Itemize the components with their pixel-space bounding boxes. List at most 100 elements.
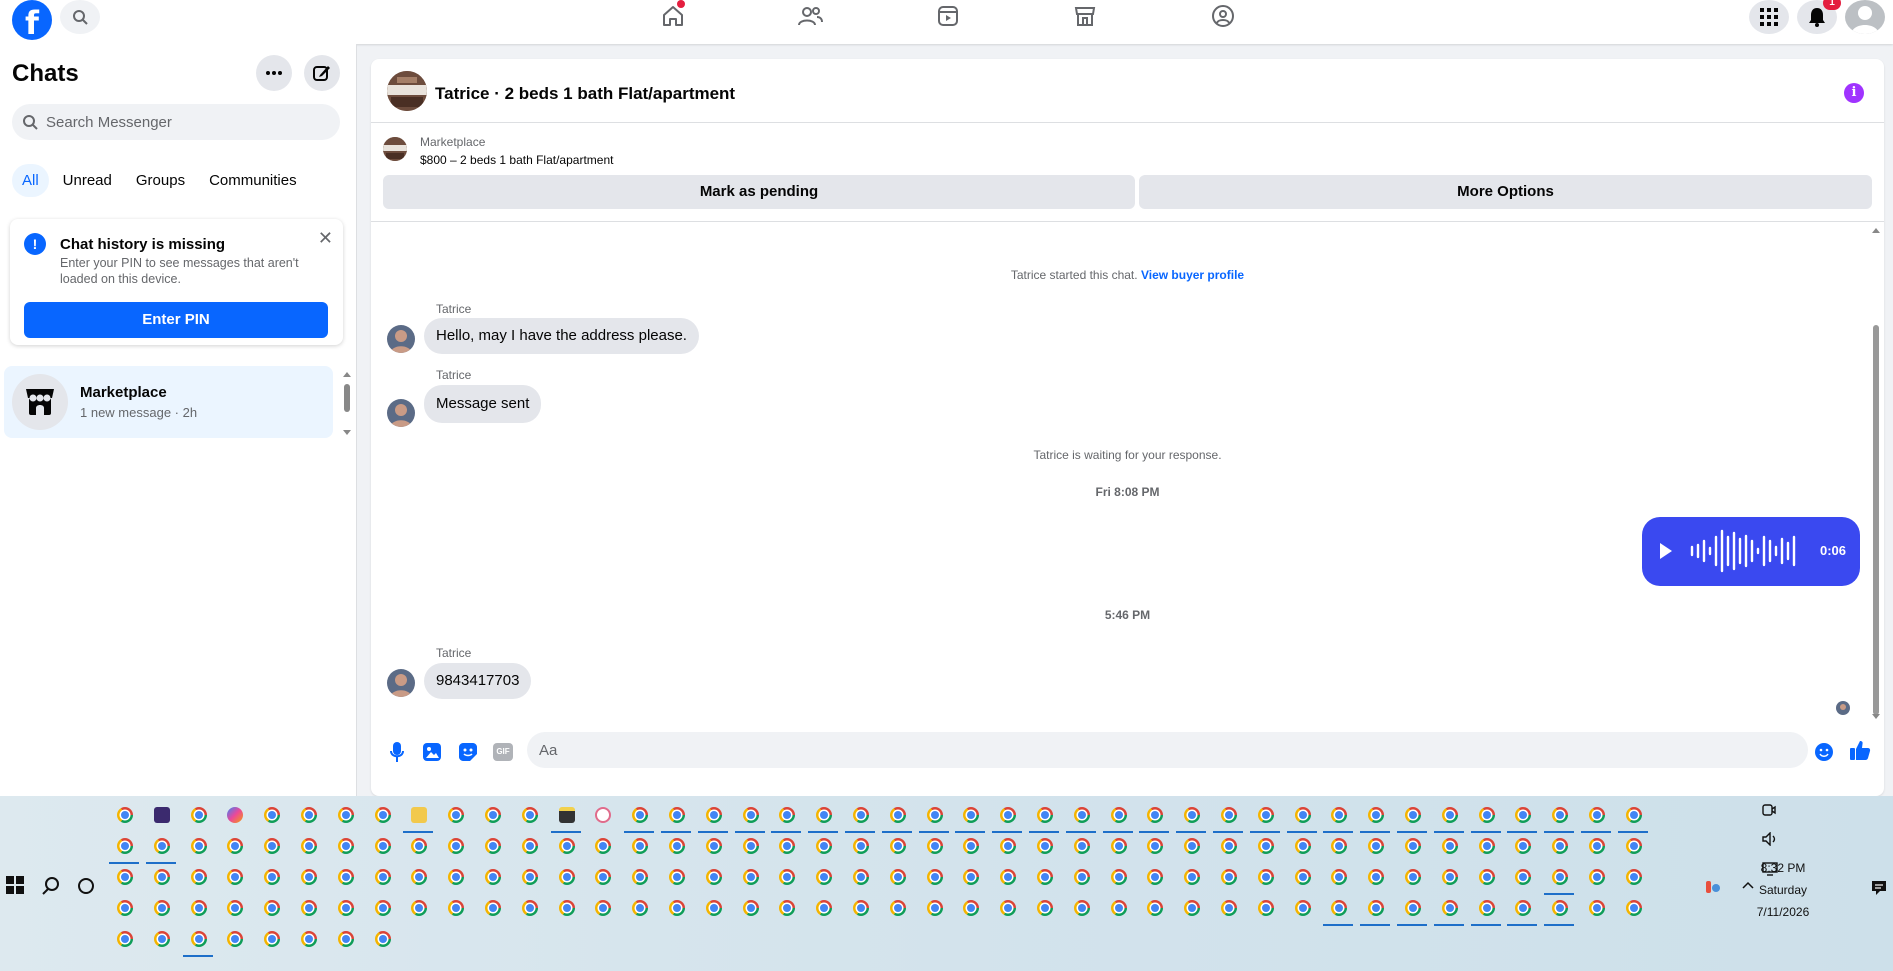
message-composer[interactable] bbox=[527, 732, 1808, 768]
taskbar-chrome-button[interactable] bbox=[150, 865, 174, 891]
sticker-icon[interactable] bbox=[456, 740, 480, 764]
taskbar-chrome-button[interactable] bbox=[1401, 865, 1425, 891]
taskbar-chrome-button[interactable] bbox=[959, 865, 983, 891]
taskbar-chrome-button[interactable] bbox=[1401, 834, 1425, 860]
taskbar-chrome-button[interactable] bbox=[996, 865, 1020, 891]
taskbar-chrome-button[interactable] bbox=[1327, 865, 1351, 891]
taskbar-chrome-button[interactable] bbox=[1585, 834, 1609, 860]
listing-summary[interactable]: $800 – 2 beds 1 bath Flat/apartment bbox=[420, 153, 613, 167]
more-options-button[interactable] bbox=[256, 55, 292, 91]
taskbar-chrome-button[interactable] bbox=[1585, 896, 1609, 922]
taskbar-chrome-button[interactable] bbox=[1511, 865, 1535, 891]
taskbar-chrome-button[interactable] bbox=[1107, 865, 1131, 891]
taskbar-chrome-button[interactable] bbox=[1070, 896, 1094, 922]
taskbar-chrome-button[interactable] bbox=[1507, 896, 1538, 926]
taskbar-chrome-button[interactable] bbox=[628, 865, 652, 891]
taskbar-chrome-button[interactable] bbox=[334, 834, 358, 860]
taskbar-chrome-button[interactable] bbox=[371, 803, 395, 829]
taskbar-chrome-button[interactable] bbox=[371, 896, 395, 922]
taskbar-chrome-button[interactable] bbox=[775, 834, 799, 860]
taskbar-chrome-button[interactable] bbox=[1143, 865, 1167, 891]
taskbar-chrome-button[interactable] bbox=[1291, 865, 1315, 891]
taskbar-chrome-button[interactable] bbox=[812, 896, 836, 922]
taskbar-chrome-button[interactable] bbox=[591, 896, 615, 922]
taskbar-chrome-button[interactable] bbox=[113, 896, 137, 922]
taskbar-chrome-button[interactable] bbox=[1254, 834, 1278, 860]
taskbar-chrome-button[interactable] bbox=[1323, 896, 1354, 926]
taskbar-chrome-button[interactable] bbox=[260, 834, 284, 860]
cortana-icon[interactable] bbox=[78, 878, 94, 894]
taskbar-chrome-button[interactable] bbox=[444, 865, 468, 891]
taskbar-chrome-button[interactable] bbox=[923, 865, 947, 891]
taskbar-chrome-button[interactable] bbox=[481, 896, 505, 922]
taskbar-chrome-button[interactable] bbox=[1507, 803, 1538, 833]
filter-tab-communities[interactable]: Communities bbox=[199, 164, 307, 197]
taskbar-chrome-button[interactable] bbox=[1065, 803, 1096, 833]
more-options-button[interactable]: More Options bbox=[1139, 175, 1872, 209]
taskbar-chrome-button[interactable] bbox=[1364, 865, 1388, 891]
video-icon[interactable] bbox=[928, 0, 968, 32]
taskbar-chrome-button[interactable] bbox=[260, 927, 284, 953]
taskbar-chrome-button[interactable] bbox=[1033, 865, 1057, 891]
taskbar-chrome-button[interactable] bbox=[260, 865, 284, 891]
close-icon[interactable]: ✕ bbox=[318, 229, 333, 247]
taskbar-chrome-button[interactable] bbox=[1438, 865, 1462, 891]
taskbar-chrome-button[interactable] bbox=[1470, 896, 1501, 926]
taskbar-chrome-button[interactable] bbox=[1360, 803, 1391, 833]
weather-icon[interactable] bbox=[1705, 878, 1721, 896]
taskbar-chrome-button[interactable] bbox=[371, 865, 395, 891]
taskbar-chrome-button[interactable] bbox=[260, 896, 284, 922]
enter-pin-button[interactable]: Enter PIN bbox=[24, 302, 328, 338]
taskbar-chrome-button[interactable] bbox=[518, 834, 542, 860]
taskbar-chrome-button[interactable] bbox=[260, 803, 284, 829]
taskbar-chrome-button[interactable] bbox=[334, 896, 358, 922]
taskbar-chrome-button[interactable] bbox=[187, 865, 211, 891]
taskbar-chrome-button[interactable] bbox=[555, 865, 579, 891]
taskbar-app-button[interactable] bbox=[591, 803, 615, 829]
taskbar-chrome-button[interactable] bbox=[1544, 865, 1575, 895]
taskbar-chrome-button[interactable] bbox=[1581, 803, 1611, 833]
new-message-button[interactable] bbox=[304, 55, 340, 91]
taskbar-app-button[interactable] bbox=[403, 803, 434, 833]
taskbar-chrome-button[interactable] bbox=[1548, 834, 1572, 860]
taskbar-chrome-button[interactable] bbox=[1323, 803, 1354, 833]
taskbar-chrome-button[interactable] bbox=[1470, 803, 1501, 833]
taskbar-chrome-button[interactable] bbox=[334, 865, 358, 891]
volume-icon[interactable] bbox=[1762, 832, 1778, 846]
taskbar-chrome-button[interactable] bbox=[1107, 896, 1131, 922]
view-buyer-profile-link[interactable]: View buyer profile bbox=[1141, 268, 1244, 282]
taskbar-chrome-button[interactable] bbox=[1438, 834, 1462, 860]
taskbar-chrome-button[interactable] bbox=[886, 834, 910, 860]
taskbar-chrome-button[interactable] bbox=[1291, 896, 1315, 922]
taskbar-chrome-button[interactable] bbox=[407, 865, 431, 891]
taskbar-chrome-button[interactable] bbox=[1360, 896, 1391, 926]
taskbar-chrome-button[interactable] bbox=[1143, 896, 1167, 922]
taskbar-chrome-button[interactable] bbox=[113, 927, 137, 953]
taskbar-chrome-button[interactable] bbox=[812, 834, 836, 860]
notifications-button[interactable]: 1 bbox=[1797, 0, 1841, 34]
taskbar-chrome-button[interactable] bbox=[187, 803, 211, 829]
taskbar-chrome-button[interactable] bbox=[812, 865, 836, 891]
taskbar-chrome-button[interactable] bbox=[187, 896, 211, 922]
menu-grid-icon[interactable] bbox=[1749, 0, 1789, 34]
message-bubble[interactable]: Message sent bbox=[424, 385, 542, 423]
taskbar-chrome-button[interactable] bbox=[223, 834, 247, 860]
taskbar-search-icon[interactable] bbox=[41, 876, 61, 896]
taskbar-chrome-button[interactable] bbox=[775, 865, 799, 891]
clock[interactable]: 8:32 PM Saturday 7/11/2026 bbox=[1743, 857, 1823, 923]
taskbar-chrome-button[interactable] bbox=[1475, 834, 1499, 860]
friends-icon[interactable] bbox=[790, 0, 830, 32]
taskbar-chrome-button[interactable] bbox=[1544, 896, 1575, 926]
taskbar-chrome-button[interactable] bbox=[1180, 834, 1204, 860]
taskbar-chrome-button[interactable] bbox=[665, 834, 689, 860]
taskbar-chrome-button[interactable] bbox=[223, 865, 247, 891]
taskbar-chrome-button[interactable] bbox=[481, 803, 505, 829]
taskbar-chrome-button[interactable] bbox=[113, 865, 137, 891]
taskbar-chrome-button[interactable] bbox=[886, 865, 910, 891]
taskbar-chrome-button[interactable] bbox=[334, 927, 358, 953]
taskbar-chrome-button[interactable] bbox=[959, 896, 983, 922]
taskbar-chrome-button[interactable] bbox=[923, 896, 947, 922]
listing-avatar[interactable] bbox=[387, 71, 427, 111]
taskbar-chrome-button[interactable] bbox=[150, 927, 174, 953]
taskbar-chrome-button[interactable] bbox=[481, 834, 505, 860]
